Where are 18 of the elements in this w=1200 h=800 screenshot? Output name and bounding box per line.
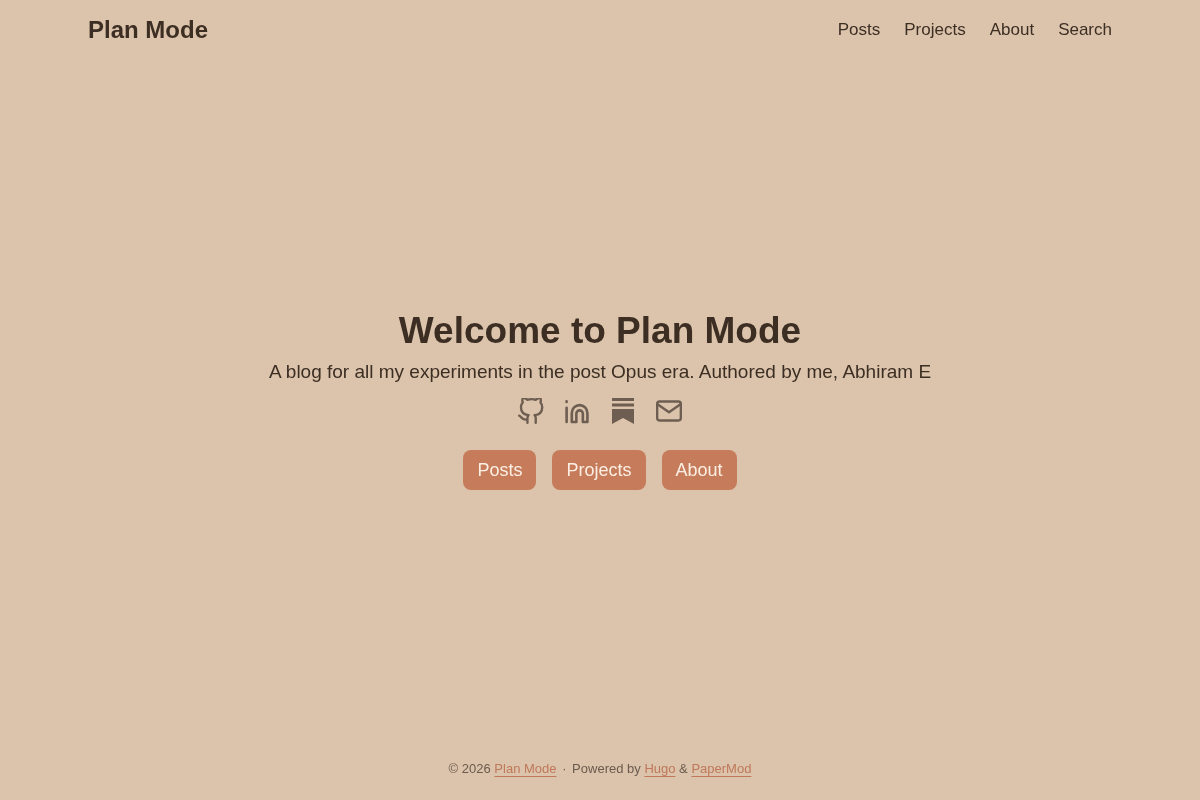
page-heading: Welcome to Plan Mode [398, 309, 802, 353]
footer-link[interactable]: Plan Mode [494, 760, 557, 776]
mail-icon[interactable] [656, 398, 682, 424]
nav-link[interactable]: Projects [904, 20, 966, 40]
github-icon[interactable] [518, 398, 544, 424]
page-subtitle: A blog for all my experiments in the post Opus era. Authored by me, Abhiram E [268, 360, 932, 384]
footer-text: © 2026 Plan Mode · Powered by Hugo & PaperMod [448, 760, 752, 776]
linkedin-icon[interactable] [564, 398, 590, 424]
bookmark-icon[interactable] [610, 398, 636, 424]
hero-button[interactable]: Posts [463, 450, 537, 490]
nav-link[interactable]: About [989, 20, 1035, 40]
nav-link[interactable]: Posts [837, 20, 881, 40]
footer-link[interactable]: PaperMod [691, 760, 752, 776]
footer-link[interactable]: Hugo [644, 760, 676, 776]
nav-link[interactable]: Search [1058, 20, 1112, 40]
site-title-link[interactable]: Plan Mode [88, 16, 208, 44]
hero-button[interactable]: Projects [552, 450, 646, 490]
hero-button[interactable]: About [661, 450, 737, 490]
